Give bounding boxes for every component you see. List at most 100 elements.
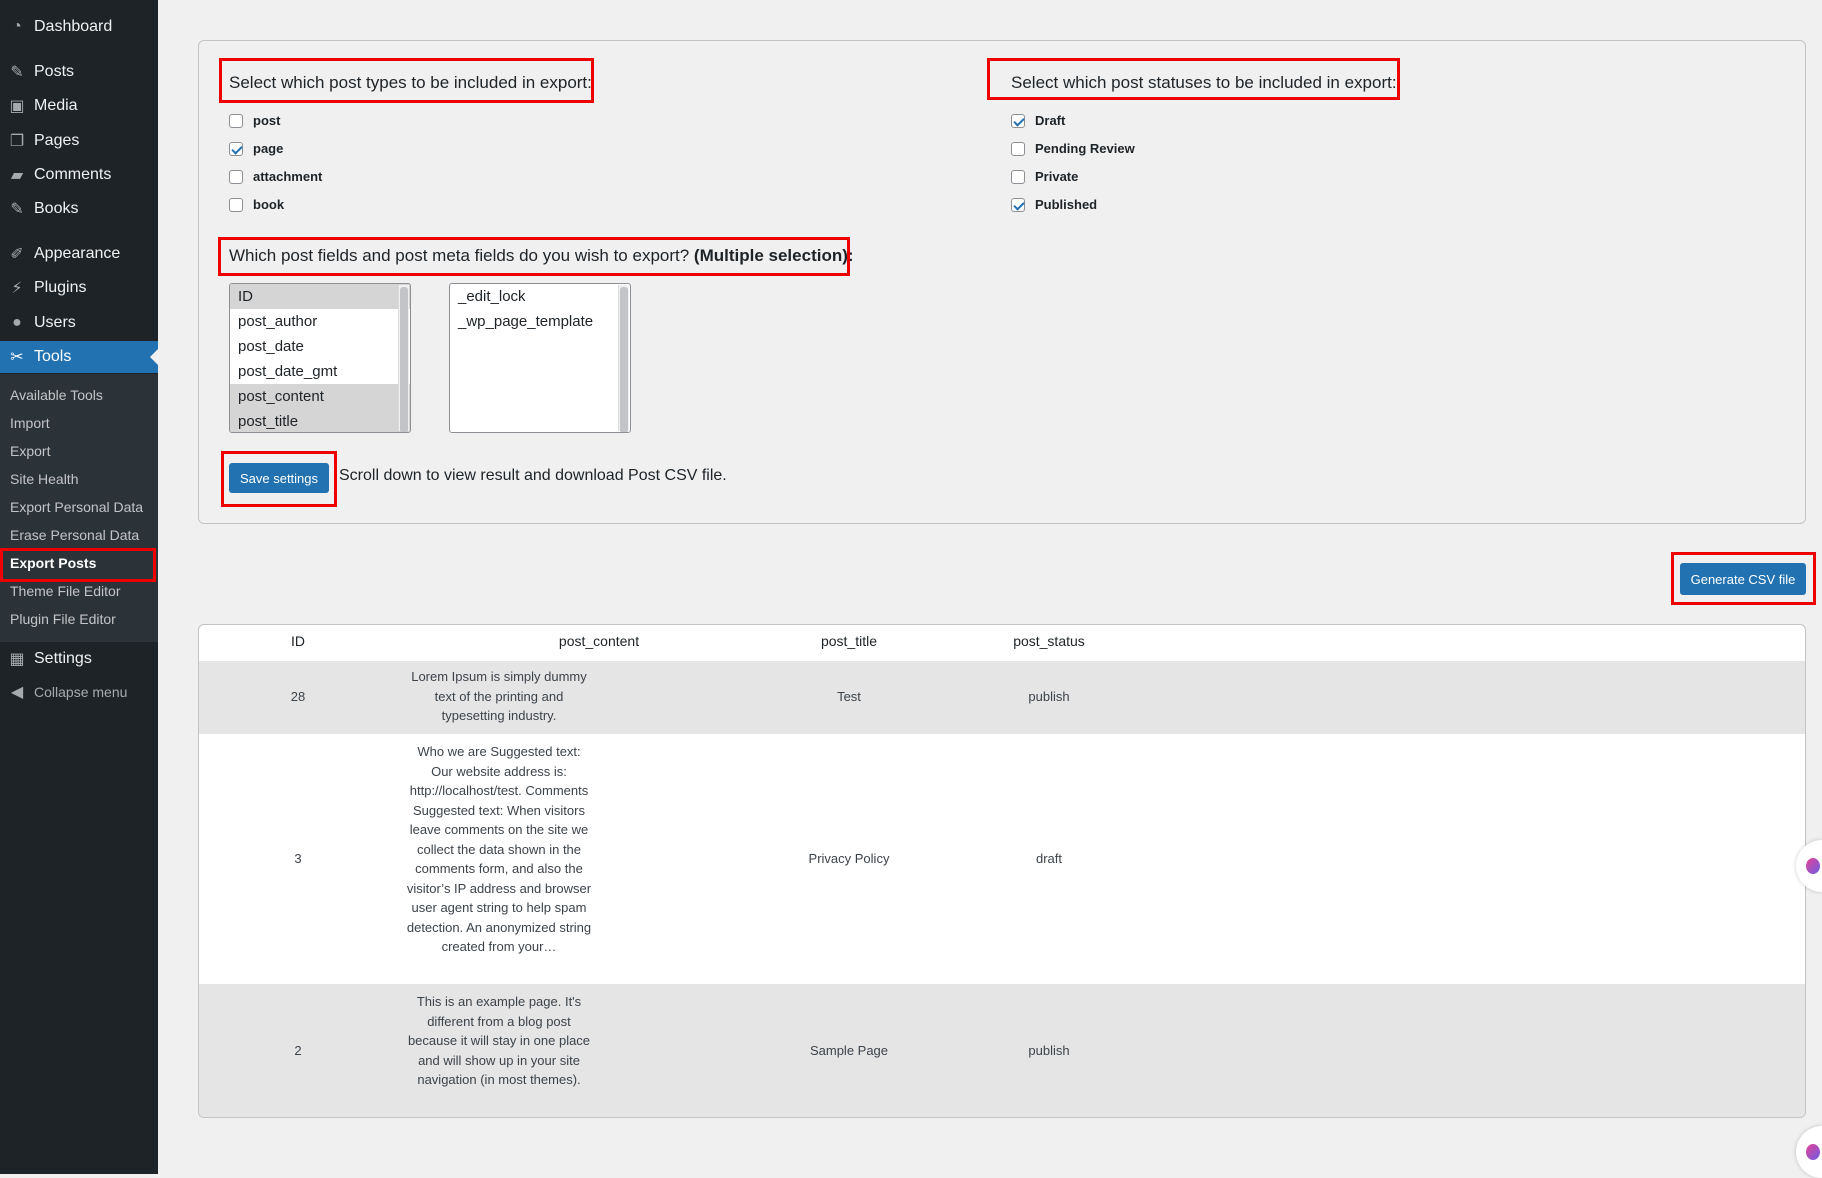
checkbox-label: book: [253, 197, 285, 212]
column-header-post-title: post_title: [820, 633, 878, 649]
field-option[interactable]: post_content: [230, 384, 410, 409]
menu-dashboard[interactable]: ◔ Dashboard: [0, 11, 158, 43]
menu-books[interactable]: ✎ Books: [0, 193, 158, 225]
checkbox[interactable]: [229, 141, 243, 156]
plugin-icon: ⚡: [11, 280, 23, 297]
field-option[interactable]: post_title: [230, 409, 410, 432]
menu-users[interactable]: ● Users: [0, 307, 158, 339]
checkbox[interactable]: [229, 197, 243, 212]
post-type-page[interactable]: page: [229, 141, 283, 156]
cell-title: Sample Page: [809, 1043, 889, 1058]
scrollbar[interactable]: [398, 285, 409, 432]
table-row: 3 Who we are Suggested text: Our website…: [199, 734, 1805, 984]
checkbox[interactable]: [1011, 197, 1025, 212]
menu-pages[interactable]: ❐ Pages: [0, 125, 158, 157]
post-type-attachment[interactable]: attachment: [229, 169, 322, 184]
menu-appearance[interactable]: ✐ Appearance: [0, 238, 158, 270]
scrollbar-thumb[interactable]: [620, 287, 628, 432]
meta-option[interactable]: _wp_page_template: [450, 309, 630, 334]
checkbox-label: Draft: [1035, 113, 1066, 128]
highlight-fields: [218, 237, 850, 276]
field-option[interactable]: post_date: [230, 334, 410, 359]
checkbox-label: attachment: [253, 169, 323, 184]
pin-icon: ✎: [10, 64, 24, 81]
menu-settings[interactable]: ▦ Settings: [0, 643, 158, 675]
menu-label: Comments: [34, 166, 112, 183]
cell-title: Test: [837, 689, 861, 704]
submenu-theme-file-editor[interactable]: Theme File Editor: [10, 583, 120, 599]
checkbox[interactable]: [229, 113, 243, 128]
status-pending-review[interactable]: Pending Review: [1011, 141, 1135, 156]
table-row: 28 Lorem Ipsum is simply dummy text of t…: [199, 661, 1805, 734]
checkbox[interactable]: [1011, 169, 1025, 184]
submenu-plugin-file-editor[interactable]: Plugin File Editor: [10, 611, 116, 627]
submenu-import[interactable]: Import: [10, 415, 50, 431]
scrollbar-thumb[interactable]: [400, 287, 408, 432]
cell-id: 2: [294, 1043, 302, 1058]
post-type-book[interactable]: book: [229, 197, 284, 212]
checkbox[interactable]: [229, 169, 243, 184]
comments-icon: ▰: [10, 167, 24, 184]
cell-content: Who we are Suggested text: Our website a…: [406, 744, 592, 954]
cell-status: publish: [1028, 1043, 1070, 1058]
highlight-post-types: [219, 58, 594, 103]
menu-label: Tools: [34, 348, 72, 365]
user-icon: ●: [12, 314, 22, 331]
field-option[interactable]: ID: [230, 284, 410, 309]
menu-tools[interactable]: ✂ Tools: [0, 341, 158, 373]
menu-label: Posts: [34, 63, 75, 80]
cell-content: Lorem Ipsum is simply dummy text of the …: [411, 669, 587, 723]
menu-label: Plugins: [34, 279, 87, 296]
submenu-erase-personal-data[interactable]: Erase Personal Data: [10, 527, 139, 543]
status-draft[interactable]: Draft: [1011, 113, 1065, 128]
assistant-icon: [1806, 1144, 1820, 1160]
field-option[interactable]: post_author: [230, 309, 410, 334]
brush-icon: ✐: [10, 246, 24, 263]
checkbox-label: Private: [1035, 169, 1079, 184]
menu-label: Settings: [34, 650, 92, 667]
menu-label: Media: [34, 97, 78, 114]
status-private[interactable]: Private: [1011, 169, 1078, 184]
dashboard-icon: ◔: [12, 18, 22, 35]
highlight-generate: [1671, 552, 1816, 605]
menu-media[interactable]: ▣ Media: [0, 90, 158, 122]
submenu-site-health[interactable]: Site Health: [10, 471, 78, 487]
submenu-available-tools[interactable]: Available Tools: [10, 387, 103, 403]
cell-id: 28: [290, 689, 306, 704]
menu-comments[interactable]: ▰ Comments: [0, 159, 158, 191]
settings-icon: ▦: [9, 651, 25, 668]
column-header-post-content: post_content: [558, 633, 640, 649]
checkbox[interactable]: [1011, 141, 1025, 156]
checkbox-label: Published: [1035, 197, 1098, 212]
save-hint: Scroll down to view result and download …: [339, 467, 727, 484]
cell-status: draft: [1035, 851, 1062, 866]
floating-assistant-button[interactable]: [1796, 1126, 1822, 1178]
highlight-save: [221, 451, 337, 507]
menu-plugins[interactable]: ⚡ Plugins: [0, 272, 158, 304]
cell-status: publish: [1028, 689, 1070, 704]
collapse-menu-button[interactable]: ◀ Collapse menu: [0, 676, 158, 708]
checkbox[interactable]: [1011, 113, 1025, 128]
cell-id: 3: [294, 851, 302, 866]
admin-sidebar: ◔ Dashboard ✎ Posts ▣ Media ❐ Pages ▰ Co…: [0, 0, 158, 1174]
field-option[interactable]: post_date_gmt: [230, 359, 410, 384]
collapse-label: Collapse menu: [34, 684, 128, 700]
active-arrow: [150, 349, 158, 365]
status-published[interactable]: Published: [1011, 197, 1097, 212]
column-header-post-status: post_status: [1013, 633, 1085, 649]
post-fields-select[interactable]: ID post_author post_date post_date_gmt p…: [229, 283, 411, 433]
table-row: 2 This is an example page. It's differen…: [199, 984, 1805, 1117]
wrench-icon: ✂: [10, 349, 24, 366]
meta-fields-select[interactable]: _edit_lock _wp_page_template: [449, 283, 631, 433]
submenu-export-personal-data[interactable]: Export Personal Data: [10, 499, 143, 515]
menu-label: Pages: [34, 132, 80, 149]
post-type-post[interactable]: post: [229, 113, 280, 128]
menu-posts[interactable]: ✎ Posts: [0, 56, 158, 88]
scrollbar[interactable]: [618, 285, 629, 432]
meta-option[interactable]: _edit_lock: [450, 284, 630, 309]
collapse-icon: ◀: [10, 684, 24, 701]
cell-content: This is an example page. It's different …: [407, 994, 591, 1087]
submenu-export[interactable]: Export: [10, 443, 50, 459]
menu-label: Books: [34, 200, 79, 217]
highlight-statuses: [987, 58, 1400, 100]
